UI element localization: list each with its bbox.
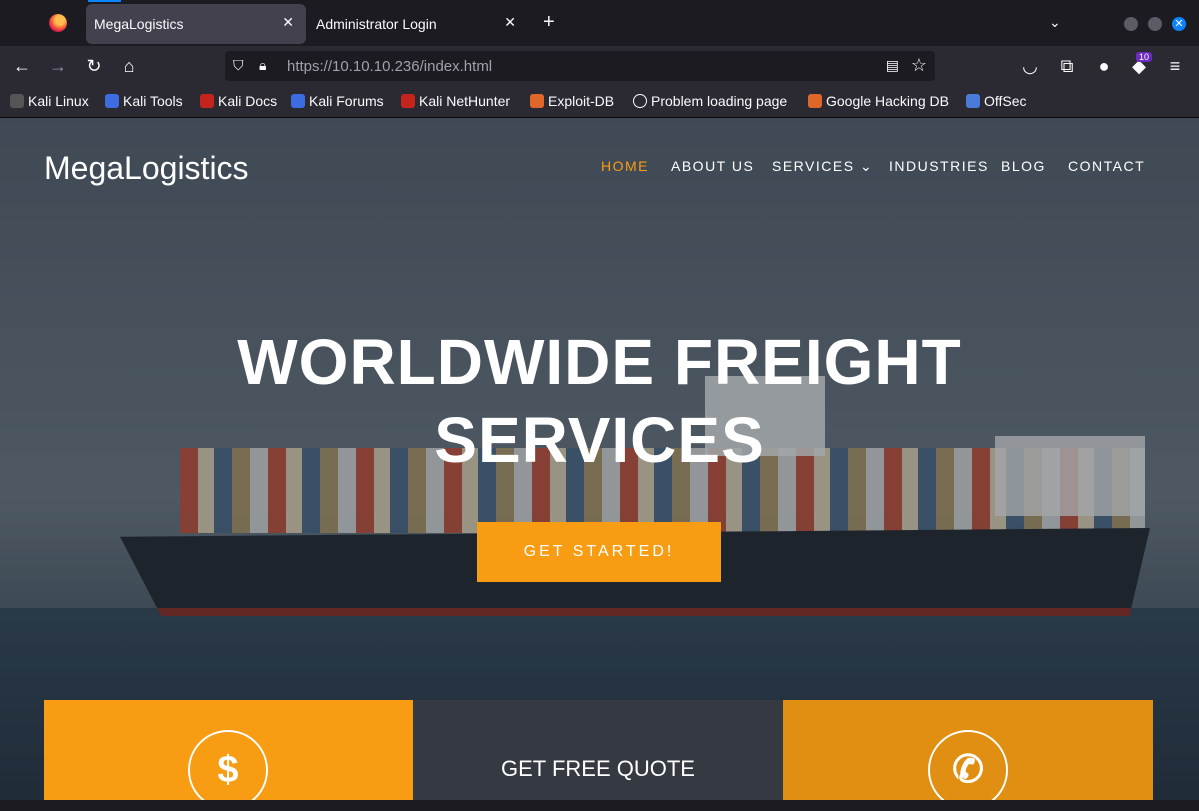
feature-box-pricing: $ bbox=[44, 700, 413, 811]
bookmark-kali-tools[interactable]: Kali Tools bbox=[105, 93, 183, 109]
nav-services[interactable]: SERVICES ⌄ bbox=[772, 158, 873, 175]
bookmark-label: Exploit-DB bbox=[548, 93, 615, 109]
tab-title: MegaLogistics bbox=[94, 16, 184, 32]
globe-icon bbox=[633, 94, 647, 108]
kali-docs-icon bbox=[200, 94, 214, 108]
bookmark-kali-linux[interactable]: Kali Linux bbox=[10, 93, 89, 109]
tab-strip: MegaLogistics ✕ Administrator Login ✕ + … bbox=[0, 0, 1199, 46]
close-tab-icon[interactable]: ✕ bbox=[282, 14, 294, 31]
url-bar[interactable]: ⛉ 🔒︎ https://10.10.10.236/index.html ▤ ☆ bbox=[225, 51, 935, 81]
phone-icon: ✆ bbox=[928, 730, 1008, 810]
new-tab-icon[interactable]: + bbox=[543, 12, 555, 32]
nav-toolbar: ← → ↻ ⌂ ⛉ 🔒︎ https://10.10.10.236/index.… bbox=[0, 46, 1199, 86]
bookmarks-bar: Kali Linux Kali Tools Kali Docs Kali For… bbox=[0, 86, 1199, 118]
pocket-icon[interactable]: ◡ bbox=[1020, 56, 1040, 76]
tab-megalogistics[interactable]: MegaLogistics ✕ bbox=[86, 4, 306, 44]
bookmark-kali-docs[interactable]: Kali Docs bbox=[200, 93, 277, 109]
tracking-shield-icon[interactable]: ⛉ bbox=[233, 57, 244, 74]
nav-about-us[interactable]: ABOUT US bbox=[671, 158, 754, 174]
nav-industries[interactable]: INDUSTRIES bbox=[889, 158, 989, 174]
page-viewport: MegaLogistics HOME ABOUT US SERVICES ⌄ I… bbox=[0, 118, 1199, 811]
bookmark-label: OffSec bbox=[984, 93, 1027, 109]
nav-blog[interactable]: BLOG bbox=[1001, 158, 1046, 174]
reader-view-icon[interactable]: ▤ bbox=[886, 57, 899, 74]
hero-title-line-2: SERVICES bbox=[434, 404, 765, 476]
home-icon[interactable]: ⌂ bbox=[119, 56, 139, 76]
nav-home[interactable]: HOME bbox=[601, 158, 649, 174]
bookmark-label: Kali Tools bbox=[123, 93, 183, 109]
exploit-db-icon bbox=[530, 94, 544, 108]
bookmark-google-hacking-db[interactable]: Google Hacking DB bbox=[808, 93, 949, 109]
kali-forums-icon bbox=[291, 94, 305, 108]
forward-icon[interactable]: → bbox=[48, 56, 68, 76]
lock-icon[interactable]: 🔒︎ bbox=[259, 57, 266, 74]
url-path: /index.html bbox=[419, 58, 493, 75]
menu-icon[interactable]: ≡ bbox=[1165, 56, 1185, 76]
extension-badge: 10 bbox=[1136, 52, 1153, 62]
get-started-button[interactable]: GET STARTED! bbox=[477, 522, 721, 582]
bookmark-label: Google Hacking DB bbox=[826, 93, 949, 109]
tab-admin-login[interactable]: Administrator Login ✕ bbox=[308, 4, 528, 44]
feature-box-contact: ✆ bbox=[783, 700, 1153, 811]
tab-indicator bbox=[88, 0, 121, 2]
reload-icon[interactable]: ↻ bbox=[84, 56, 104, 76]
maximize-window-icon[interactable] bbox=[1148, 17, 1162, 31]
bookmark-kali-nethunter[interactable]: Kali NetHunter bbox=[401, 93, 510, 109]
url-text[interactable]: https://10.10.10.236/index.html bbox=[287, 58, 492, 75]
kali-tools-icon bbox=[105, 94, 119, 108]
bookmark-problem-loading[interactable]: Problem loading page bbox=[633, 93, 787, 109]
bookmark-label: Kali Docs bbox=[218, 93, 278, 109]
bookmark-label: Kali Forums bbox=[309, 93, 384, 109]
bookmark-exploit-db[interactable]: Exploit-DB bbox=[530, 93, 614, 109]
hero-title-line-1: WORLDWIDE FREIGHT bbox=[237, 326, 962, 398]
close-tab-icon[interactable]: ✕ bbox=[504, 14, 516, 31]
bookmark-label: Problem loading page bbox=[651, 93, 788, 109]
kali-icon bbox=[10, 94, 24, 108]
bookmark-star-icon[interactable]: ☆ bbox=[911, 55, 927, 76]
minimize-window-icon[interactable] bbox=[1124, 17, 1138, 31]
nav-contact[interactable]: CONTACT bbox=[1068, 158, 1145, 174]
site-logo[interactable]: MegaLogistics bbox=[44, 150, 249, 187]
ghdb-icon bbox=[808, 94, 822, 108]
free-quote-heading[interactable]: GET FREE QUOTE bbox=[413, 756, 783, 782]
list-tabs-icon[interactable]: ⌄ bbox=[1049, 14, 1061, 31]
tab-title: Administrator Login bbox=[316, 16, 437, 32]
back-icon[interactable]: ← bbox=[12, 56, 32, 76]
offsec-icon bbox=[966, 94, 980, 108]
close-window-icon[interactable]: ✕ bbox=[1172, 17, 1186, 31]
bookmark-label: Kali NetHunter bbox=[419, 93, 511, 109]
bookmark-label: Kali Linux bbox=[28, 93, 89, 109]
nav-services-label: SERVICES bbox=[772, 158, 855, 174]
dollar-icon: $ bbox=[188, 730, 268, 810]
bookmark-kali-forums[interactable]: Kali Forums bbox=[291, 93, 384, 109]
url-host: https://10.10.10.236 bbox=[287, 58, 420, 75]
hero-title: WORLDWIDE FREIGHT SERVICES bbox=[200, 323, 999, 479]
firefox-icon[interactable] bbox=[49, 14, 67, 32]
status-bar bbox=[0, 800, 1199, 811]
nethunter-icon bbox=[401, 94, 415, 108]
extension-cookie-icon[interactable]: ● bbox=[1094, 56, 1114, 76]
extensions-icon[interactable]: ⧉ bbox=[1057, 56, 1077, 76]
bookmark-offsec[interactable]: OffSec bbox=[966, 93, 1027, 109]
feature-box-quote[interactable]: GET FREE QUOTE bbox=[413, 700, 783, 811]
chevron-down-icon: ⌄ bbox=[859, 158, 874, 174]
